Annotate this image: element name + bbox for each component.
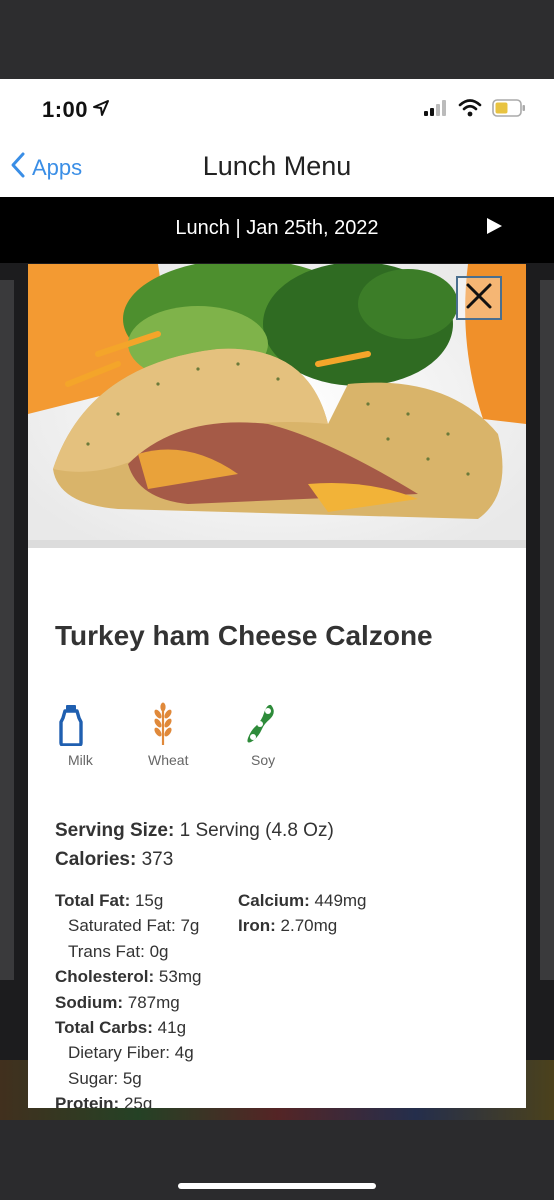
close-icon [464,281,494,316]
nutrient-value: 0g [149,941,169,961]
nutrient-value: 4g [174,1043,194,1063]
serving-size-label: Serving Size: [55,820,175,841]
serving-size-value: 1 Serving (4.8 Oz) [179,820,334,841]
serving-info: Serving Size: 1 Serving (4.8 Oz) Calorie… [55,816,334,874]
milk-bottle-icon [58,700,84,746]
nutrient-label: Iron: [238,916,276,936]
date-bar: Lunch | Jan 25th, 2022 [0,197,554,263]
allergen-wheat: Wheat [148,700,246,768]
allergen-label: Soy [251,752,276,768]
calories-row: Calories: 373 [55,845,334,874]
allergen-label: Milk [68,752,93,768]
background-content [0,280,14,980]
soy-icon [246,700,276,746]
calories-value: 373 [141,849,174,870]
nutrient-value: 7g [180,916,200,936]
nutrient-label: Cholesterol: [55,967,155,987]
nav-bar: Apps Lunch Menu [0,139,554,197]
nutrition-row: Saturated Fat: 7g [55,913,201,938]
food-title: Turkey ham Cheese Calzone [55,620,433,651]
allergen-soy: Soy [246,700,340,768]
nutrient-value: 787mg [127,992,180,1012]
background-content [540,280,554,980]
nutrient-value: 53mg [158,967,202,987]
cellular-signal-icon [424,100,448,121]
nutrition-row: Protein: 25g [55,1091,201,1108]
calories-label: Calories: [55,849,137,870]
nutrition-facts-right: Calcium: 449mg Iron: 2.70mg [238,888,367,939]
date-label: Lunch | Jan 25th, 2022 [175,217,379,239]
nutrient-label: Saturated Fat: [68,916,176,936]
food-image [28,264,526,548]
status-time: 1:00 [42,97,89,122]
allergen-list: Milk Wheat Soy [58,700,340,768]
nutrition-row: Total Carbs: 41g [55,1015,201,1040]
allergen-label: Wheat [148,752,189,768]
close-button[interactable] [456,276,502,320]
nutrient-label: Trans Fat: [68,941,145,961]
wheat-icon [152,700,174,746]
nutrition-row: Dietary Fiber: 4g [55,1040,201,1065]
nutrition-row: Calcium: 449mg [238,888,367,913]
nutrient-label: Protein: [55,1094,120,1108]
status-icons [424,99,526,122]
nutrient-label: Sodium: [55,992,123,1012]
page-title: Lunch Menu [202,151,352,181]
allergen-milk: Milk [58,700,152,768]
next-day-button[interactable] [484,216,504,241]
nutrition-row: Sodium: 787mg [55,990,201,1015]
serving-size-row: Serving Size: 1 Serving (4.8 Oz) [55,816,334,845]
nutrient-value: 15g [134,891,164,910]
nutrient-label: Total Fat: [55,891,131,910]
nutrient-value: 25g [123,1094,153,1108]
nutrient-label: Calcium: [238,891,310,910]
battery-icon [492,99,526,122]
nutrition-row: Iron: 2.70mg [238,913,367,938]
food-detail-modal: Turkey ham Cheese Calzone Milk Wheat Soy… [28,264,526,1108]
wifi-icon [458,99,482,122]
nutrition-row: Trans Fat: 0g [55,939,201,964]
nutrient-label: Total Carbs: [55,1018,153,1038]
top-bezel [0,0,554,79]
home-indicator[interactable] [178,1183,376,1189]
nutrition-row: Cholesterol: 53mg [55,964,201,989]
status-bar: 1:00 [0,79,554,139]
nutrient-label: Sugar: [68,1068,119,1088]
nutrient-value: 41g [157,1018,187,1038]
nutrition-row: Sugar: 5g [55,1066,201,1091]
nutrient-value: 2.70mg [280,916,338,936]
nutrient-value: 5g [122,1068,142,1088]
nutrient-label: Dietary Fiber: [68,1043,171,1063]
location-arrow-icon [92,99,110,122]
nutrition-facts-left: Total Fat: 15g Saturated Fat: 7g Trans F… [55,888,201,1108]
nutrient-value: 449mg [314,891,367,910]
nutrition-row: Total Fat: 15g [55,888,201,913]
